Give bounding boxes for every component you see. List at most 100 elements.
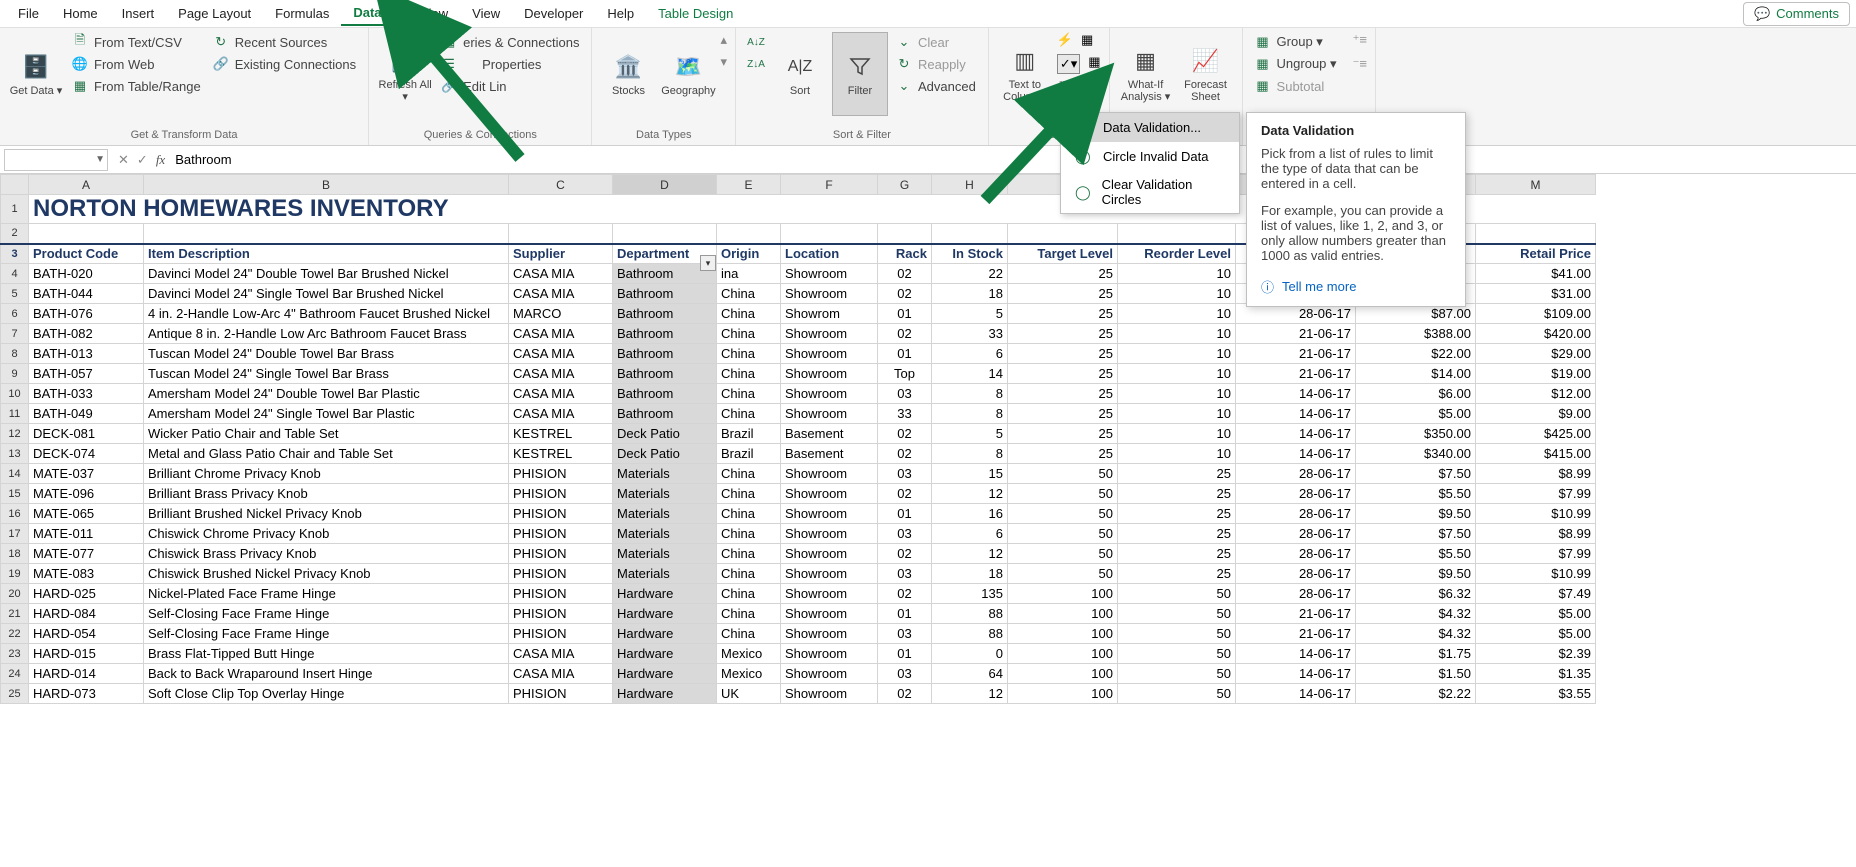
row-header[interactable]: 9 bbox=[1, 364, 29, 384]
cell[interactable]: 03 bbox=[878, 524, 932, 544]
sort-za[interactable]: Z↓A bbox=[744, 54, 768, 74]
enter-icon[interactable]: ✓ bbox=[137, 152, 148, 168]
cell[interactable]: 28-06-17 bbox=[1236, 544, 1356, 564]
cell[interactable]: Bathroom bbox=[613, 344, 717, 364]
cell[interactable]: 10 bbox=[1118, 424, 1236, 444]
cell[interactable]: 01 bbox=[878, 604, 932, 624]
cell[interactable]: Chiswick Brass Privacy Knob bbox=[144, 544, 509, 564]
table-header[interactable]: Rack bbox=[878, 244, 932, 264]
row-header[interactable]: 22 bbox=[1, 624, 29, 644]
cell[interactable]: PHISION bbox=[509, 624, 613, 644]
cell[interactable]: 01 bbox=[878, 504, 932, 524]
from-web[interactable]: 🌐From Web bbox=[68, 54, 205, 74]
cell[interactable]: Tuscan Model 24" Double Towel Bar Brass bbox=[144, 344, 509, 364]
cell[interactable]: $415.00 bbox=[1476, 444, 1596, 464]
name-box-input[interactable] bbox=[7, 153, 77, 167]
cell[interactable]: BATH-076 bbox=[29, 304, 144, 324]
cell[interactable]: 50 bbox=[1008, 564, 1118, 584]
cell[interactable]: $7.50 bbox=[1356, 464, 1476, 484]
cell[interactable]: Materials bbox=[613, 504, 717, 524]
cell[interactable]: Bathroom bbox=[613, 384, 717, 404]
cell[interactable]: Self-Closing Face Frame Hinge bbox=[144, 604, 509, 624]
cell[interactable]: $31.00 bbox=[1476, 284, 1596, 304]
cell[interactable]: $12.00 bbox=[1476, 384, 1596, 404]
cell[interactable]: 01 bbox=[878, 344, 932, 364]
cell[interactable]: Showroom bbox=[781, 564, 878, 584]
cell[interactable]: HARD-014 bbox=[29, 664, 144, 684]
cell[interactable]: $420.00 bbox=[1476, 324, 1596, 344]
cell[interactable]: Materials bbox=[613, 484, 717, 504]
cell[interactable]: 14-06-17 bbox=[1236, 664, 1356, 684]
cell[interactable]: Hardware bbox=[613, 644, 717, 664]
cell[interactable]: China bbox=[717, 544, 781, 564]
table-header[interactable]: Supplier bbox=[509, 244, 613, 264]
row-header[interactable]: 18 bbox=[1, 544, 29, 564]
cell[interactable]: 03 bbox=[878, 564, 932, 584]
cell[interactable]: 100 bbox=[1008, 684, 1118, 704]
cell[interactable]: 12 bbox=[932, 544, 1008, 564]
cell[interactable]: PHISION bbox=[509, 604, 613, 624]
cell[interactable]: Hardware bbox=[613, 684, 717, 704]
cell[interactable]: HARD-015 bbox=[29, 644, 144, 664]
cell[interactable]: Hardware bbox=[613, 604, 717, 624]
cell[interactable]: 02 bbox=[878, 544, 932, 564]
cell[interactable]: 25 bbox=[1008, 404, 1118, 424]
cell[interactable]: $109.00 bbox=[1476, 304, 1596, 324]
cell[interactable]: 14-06-17 bbox=[1236, 424, 1356, 444]
cell[interactable]: PHISION bbox=[509, 564, 613, 584]
cell[interactable]: CASA MIA bbox=[509, 324, 613, 344]
row-header[interactable]: 24 bbox=[1, 664, 29, 684]
cell[interactable]: Showroom bbox=[781, 604, 878, 624]
cell[interactable]: MATE-083 bbox=[29, 564, 144, 584]
cell[interactable]: China bbox=[717, 584, 781, 604]
cell[interactable]: $5.00 bbox=[1356, 404, 1476, 424]
cell[interactable]: PHISION bbox=[509, 504, 613, 524]
cell[interactable]: HARD-073 bbox=[29, 684, 144, 704]
cell[interactable]: 10 bbox=[1118, 364, 1236, 384]
cell[interactable]: 25 bbox=[1118, 484, 1236, 504]
cell[interactable]: $4.32 bbox=[1356, 624, 1476, 644]
cell[interactable]: CASA MIA bbox=[509, 264, 613, 284]
cell[interactable]: CASA MIA bbox=[509, 284, 613, 304]
existing-connections[interactable]: 🔗Existing Connections bbox=[209, 54, 360, 74]
cell[interactable]: 14-06-17 bbox=[1236, 384, 1356, 404]
cell[interactable]: 02 bbox=[878, 584, 932, 604]
tab-view[interactable]: View bbox=[460, 2, 512, 25]
cell[interactable]: Showroom bbox=[781, 524, 878, 544]
cell[interactable]: Chiswick Brushed Nickel Privacy Knob bbox=[144, 564, 509, 584]
cell[interactable]: CASA MIA bbox=[509, 344, 613, 364]
cell[interactable]: Hardware bbox=[613, 624, 717, 644]
cell[interactable]: $1.50 bbox=[1356, 664, 1476, 684]
cell[interactable]: $3.55 bbox=[1476, 684, 1596, 704]
ungroup-button[interactable]: ▦Ungroup ▾ bbox=[1251, 54, 1341, 74]
cell[interactable]: China bbox=[717, 504, 781, 524]
cell[interactable]: $9.00 bbox=[1476, 404, 1596, 424]
cell[interactable]: Showroom bbox=[781, 544, 878, 564]
cell[interactable]: PHISION bbox=[509, 484, 613, 504]
filter-button[interactable]: Filter bbox=[832, 32, 888, 116]
cell[interactable]: $2.22 bbox=[1356, 684, 1476, 704]
cell[interactable]: 02 bbox=[878, 484, 932, 504]
row-header[interactable]: 1 bbox=[1, 195, 29, 224]
cell[interactable] bbox=[29, 224, 144, 244]
cell[interactable]: Showroom bbox=[781, 384, 878, 404]
cell[interactable]: 28-06-17 bbox=[1236, 524, 1356, 544]
cell[interactable]: $41.00 bbox=[1476, 264, 1596, 284]
row-header[interactable]: 7 bbox=[1, 324, 29, 344]
cell[interactable]: 25 bbox=[1118, 544, 1236, 564]
cell[interactable]: Brass Flat-Tipped Butt Hinge bbox=[144, 644, 509, 664]
cell[interactable]: 14-06-17 bbox=[1236, 444, 1356, 464]
row-header[interactable]: 20 bbox=[1, 584, 29, 604]
cell[interactable]: 50 bbox=[1118, 624, 1236, 644]
cell[interactable]: China bbox=[717, 304, 781, 324]
cell[interactable]: 0 bbox=[932, 644, 1008, 664]
cell[interactable]: BATH-057 bbox=[29, 364, 144, 384]
cell[interactable]: 135 bbox=[932, 584, 1008, 604]
cell[interactable]: 18 bbox=[932, 564, 1008, 584]
cell[interactable]: $14.00 bbox=[1356, 364, 1476, 384]
cell[interactable]: 10 bbox=[1118, 404, 1236, 424]
cell[interactable]: 21-06-17 bbox=[1236, 324, 1356, 344]
cell[interactable]: China bbox=[717, 484, 781, 504]
column-header-M[interactable]: M bbox=[1476, 175, 1596, 195]
cell[interactable]: CASA MIA bbox=[509, 404, 613, 424]
